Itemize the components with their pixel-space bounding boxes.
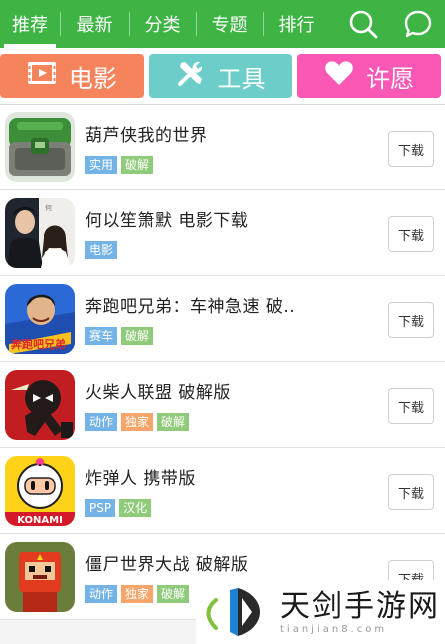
- heart-icon: [324, 59, 354, 93]
- watermark-name: 天剑手游网: [280, 588, 440, 624]
- app-list: 葫芦侠我的世界 实用 破解 下载 何 何以笙箫默 电影下载 电影 下载 奔跑吧兄…: [0, 104, 445, 620]
- movie-category-button[interactable]: 电影: [0, 54, 144, 98]
- tag-label: 独家: [121, 585, 154, 603]
- download-button[interactable]: 下载: [388, 474, 434, 510]
- tag-label: 破解: [157, 413, 190, 431]
- search-icon[interactable]: [346, 7, 380, 41]
- download-button[interactable]: 下载: [388, 302, 434, 338]
- tools-category-button[interactable]: 工具: [148, 54, 293, 98]
- download-button[interactable]: 下载: [388, 216, 434, 252]
- download-button[interactable]: 下载: [388, 131, 434, 167]
- tab-latest[interactable]: 最新: [60, 0, 129, 48]
- movie-category-label: 电影: [68, 64, 117, 93]
- site-watermark: 天剑手游网 tianjian8.com: [196, 580, 445, 644]
- tag-label: 赛车: [85, 327, 118, 345]
- watermark-logo-icon: [202, 584, 272, 640]
- app-icon-movie-poster: 何: [5, 197, 75, 268]
- list-item[interactable]: 何 何以笙箫默 电影下载 电影 下载: [0, 190, 445, 276]
- app-icon-running-man: 奔跑吧兄弟: [5, 283, 75, 354]
- chat-bubble-icon[interactable]: [401, 7, 435, 41]
- film-icon: [27, 61, 57, 91]
- tag-label: 动作: [85, 585, 118, 603]
- list-item[interactable]: 火柴人联盟 破解版 动作 独家 破解 下载: [0, 362, 445, 448]
- tag-label: 独家: [121, 413, 154, 431]
- svg-text:何: 何: [45, 203, 52, 212]
- tag-label: 电影: [85, 241, 118, 259]
- top-nav-bar: 推荐 最新 分类 专题 排行: [0, 0, 445, 48]
- tools-category-label: 工具: [217, 64, 266, 93]
- tag-label: 汉化: [119, 499, 152, 517]
- list-item[interactable]: 葫芦侠我的世界 实用 破解 下载: [0, 104, 445, 190]
- konami-logo-text: KONAMI: [17, 515, 63, 526]
- app-icon-stickman-league: [5, 369, 75, 440]
- list-item[interactable]: 奔跑吧兄弟 奔跑吧兄弟：车神急速 破.. 赛车 破解 下载: [0, 276, 445, 362]
- wish-category-button[interactable]: 许愿: [297, 54, 442, 98]
- wish-category-label: 许愿: [366, 64, 415, 93]
- tag-label: 破解: [121, 155, 154, 174]
- tag-label: 实用: [85, 155, 118, 174]
- download-button[interactable]: 下载: [388, 388, 434, 424]
- category-buttons: 电影 工具 许愿: [0, 48, 445, 104]
- tag-label: 破解: [157, 585, 190, 603]
- tag-label: PSP: [85, 499, 116, 517]
- tab-categories[interactable]: 分类: [129, 0, 196, 48]
- tab-topics[interactable]: 专题: [196, 0, 263, 48]
- app-icon-zombie-war: [5, 541, 75, 612]
- app-icon-huluxia: [5, 112, 75, 182]
- tab-ranking[interactable]: 排行: [263, 0, 330, 48]
- tab-recommend[interactable]: 推荐: [0, 0, 60, 48]
- list-item[interactable]: KONAMI 炸弹人 携带版 PSP 汉化 下载: [0, 448, 445, 534]
- tools-icon: [176, 58, 206, 94]
- running-man-art-text: 奔跑吧兄弟: [10, 337, 66, 351]
- watermark-url: tianjian8.com: [280, 623, 388, 635]
- app-icon-bomberman: KONAMI: [5, 455, 75, 526]
- tag-label: 破解: [121, 327, 154, 345]
- tag-label: 动作: [85, 413, 118, 431]
